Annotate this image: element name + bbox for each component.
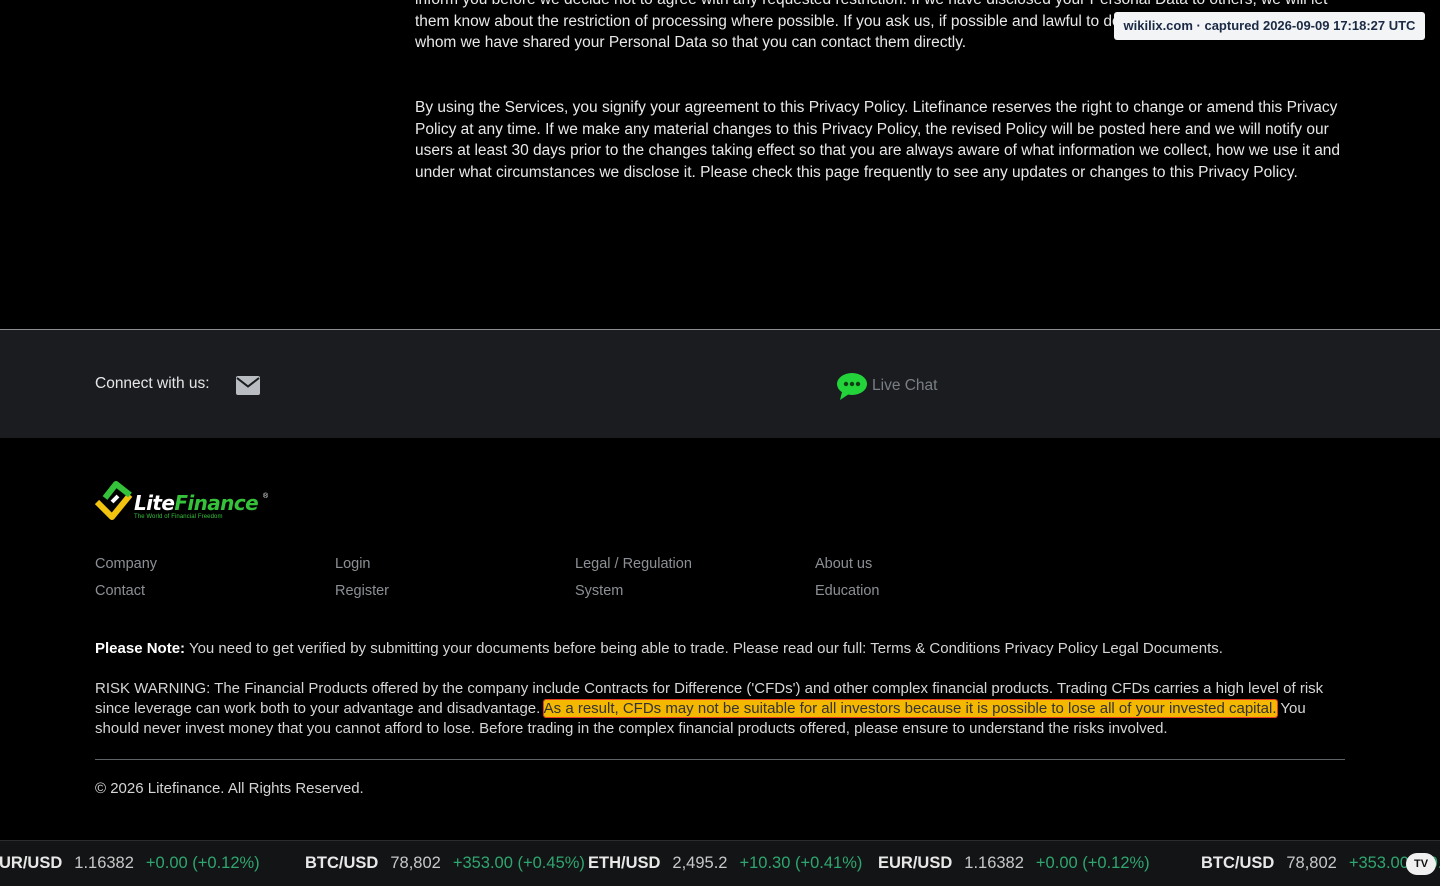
logo-text-finance: Finance bbox=[174, 491, 259, 515]
logo-registered-mark: ® bbox=[263, 493, 269, 500]
footer-links: Company Login Legal / Regulation About u… bbox=[95, 554, 1055, 601]
terms-link[interactable]: Terms & Conditions bbox=[870, 640, 1000, 657]
price-ticker: EUR/USD 1.16382 +0.00 (+0.12%) BTC/USD 7… bbox=[0, 840, 1440, 886]
ticker-symbol: ETH/USD bbox=[588, 853, 661, 872]
capture-stamp: wikilix.com · captured 2026-09-09 17:18:… bbox=[1114, 12, 1425, 40]
connect-label: Connect with us: bbox=[95, 375, 210, 392]
footer-link-legal-regulation[interactable]: Legal / Regulation bbox=[575, 554, 815, 574]
footer-link-system[interactable]: System bbox=[575, 581, 815, 601]
footer-link-about-us[interactable]: About us bbox=[815, 554, 1055, 574]
chat-bubble-icon bbox=[837, 373, 867, 400]
risk-warning: RISK WARNING: The Financial Products off… bbox=[95, 679, 1350, 739]
ticker-change: +353.00 (+0.45%) bbox=[452, 853, 585, 872]
copyright: © 2026 Litefinance. All Rights Reserved. bbox=[95, 780, 364, 797]
legal-documents-link[interactable]: Legal Documents. bbox=[1102, 640, 1223, 657]
ticker-change: +0.00 (+0.12%) bbox=[145, 853, 260, 872]
live-chat-button[interactable]: Live Chat bbox=[836, 371, 937, 401]
envelope-icon[interactable] bbox=[236, 376, 260, 395]
note-text: You need to get verified by submitting y… bbox=[188, 640, 867, 657]
ticker-item[interactable]: EUR/USD 1.16382 +0.00 (+0.12%) bbox=[878, 841, 1150, 885]
footer-link-login[interactable]: Login bbox=[335, 554, 575, 574]
ticker-item[interactable]: ETH/USD 2,495.2 +10.30 (+0.41%) bbox=[588, 841, 862, 885]
ticker-item[interactable]: BTC/USD 78,802 +353.00 (+0.45%) bbox=[1201, 841, 1440, 885]
footer-link-contact[interactable]: Contact bbox=[95, 581, 335, 601]
ticker-change: +10.30 (+0.41%) bbox=[739, 853, 863, 872]
ticker-symbol: BTC/USD bbox=[1201, 853, 1275, 872]
policy-paragraph-changes: By using the Services, you signify your … bbox=[415, 99, 1341, 181]
footer-link-register[interactable]: Register bbox=[335, 581, 575, 601]
ticker-price: 2,495.2 bbox=[672, 853, 728, 872]
footer-link-company[interactable]: Company bbox=[95, 554, 335, 574]
footer-link-education[interactable]: Education bbox=[815, 581, 1055, 601]
logo-wordmark: LiteFinance bbox=[134, 491, 259, 515]
privacy-policy-link[interactable]: Privacy Policy bbox=[1004, 640, 1097, 657]
risk-warning-highlight: As a result, CFDs may not be suitable fo… bbox=[543, 700, 1277, 717]
ticker-price: 1.16382 bbox=[74, 853, 134, 872]
ticker-symbol: EUR/USD bbox=[0, 853, 63, 872]
logo-mark-icon bbox=[94, 481, 133, 520]
ticker-price: 78,802 bbox=[1286, 853, 1337, 872]
litefinance-logo[interactable]: LiteFinance ® The World of Financial Fre… bbox=[94, 478, 270, 524]
footer-divider bbox=[95, 759, 1345, 760]
ticker-symbol: BTC/USD bbox=[305, 853, 379, 872]
logo-tagline: The World of Financial Freedom bbox=[134, 514, 223, 520]
live-chat-label: Live Chat bbox=[872, 377, 938, 394]
ticker-item[interactable]: EUR/USD 1.16382 +0.00 (+0.12%) bbox=[0, 841, 260, 885]
ticker-item[interactable]: BTC/USD 78,802 +353.00 (+0.45%) bbox=[305, 841, 585, 885]
ticker-change: +0.00 (+0.12%) bbox=[1035, 853, 1150, 872]
ticker-symbol: EUR/USD bbox=[878, 853, 953, 872]
connect-bar: Connect with us: Live Chat bbox=[0, 330, 1440, 438]
ticker-price: 78,802 bbox=[390, 853, 441, 872]
logo-text-lite: Lite bbox=[134, 491, 175, 515]
note-label: Please Note: bbox=[95, 640, 186, 657]
ticker-price: 1.16382 bbox=[964, 853, 1024, 872]
tradingview-badge[interactable]: TV bbox=[1406, 853, 1436, 875]
verification-note: Please Note: You need to get verified by… bbox=[95, 639, 1355, 659]
